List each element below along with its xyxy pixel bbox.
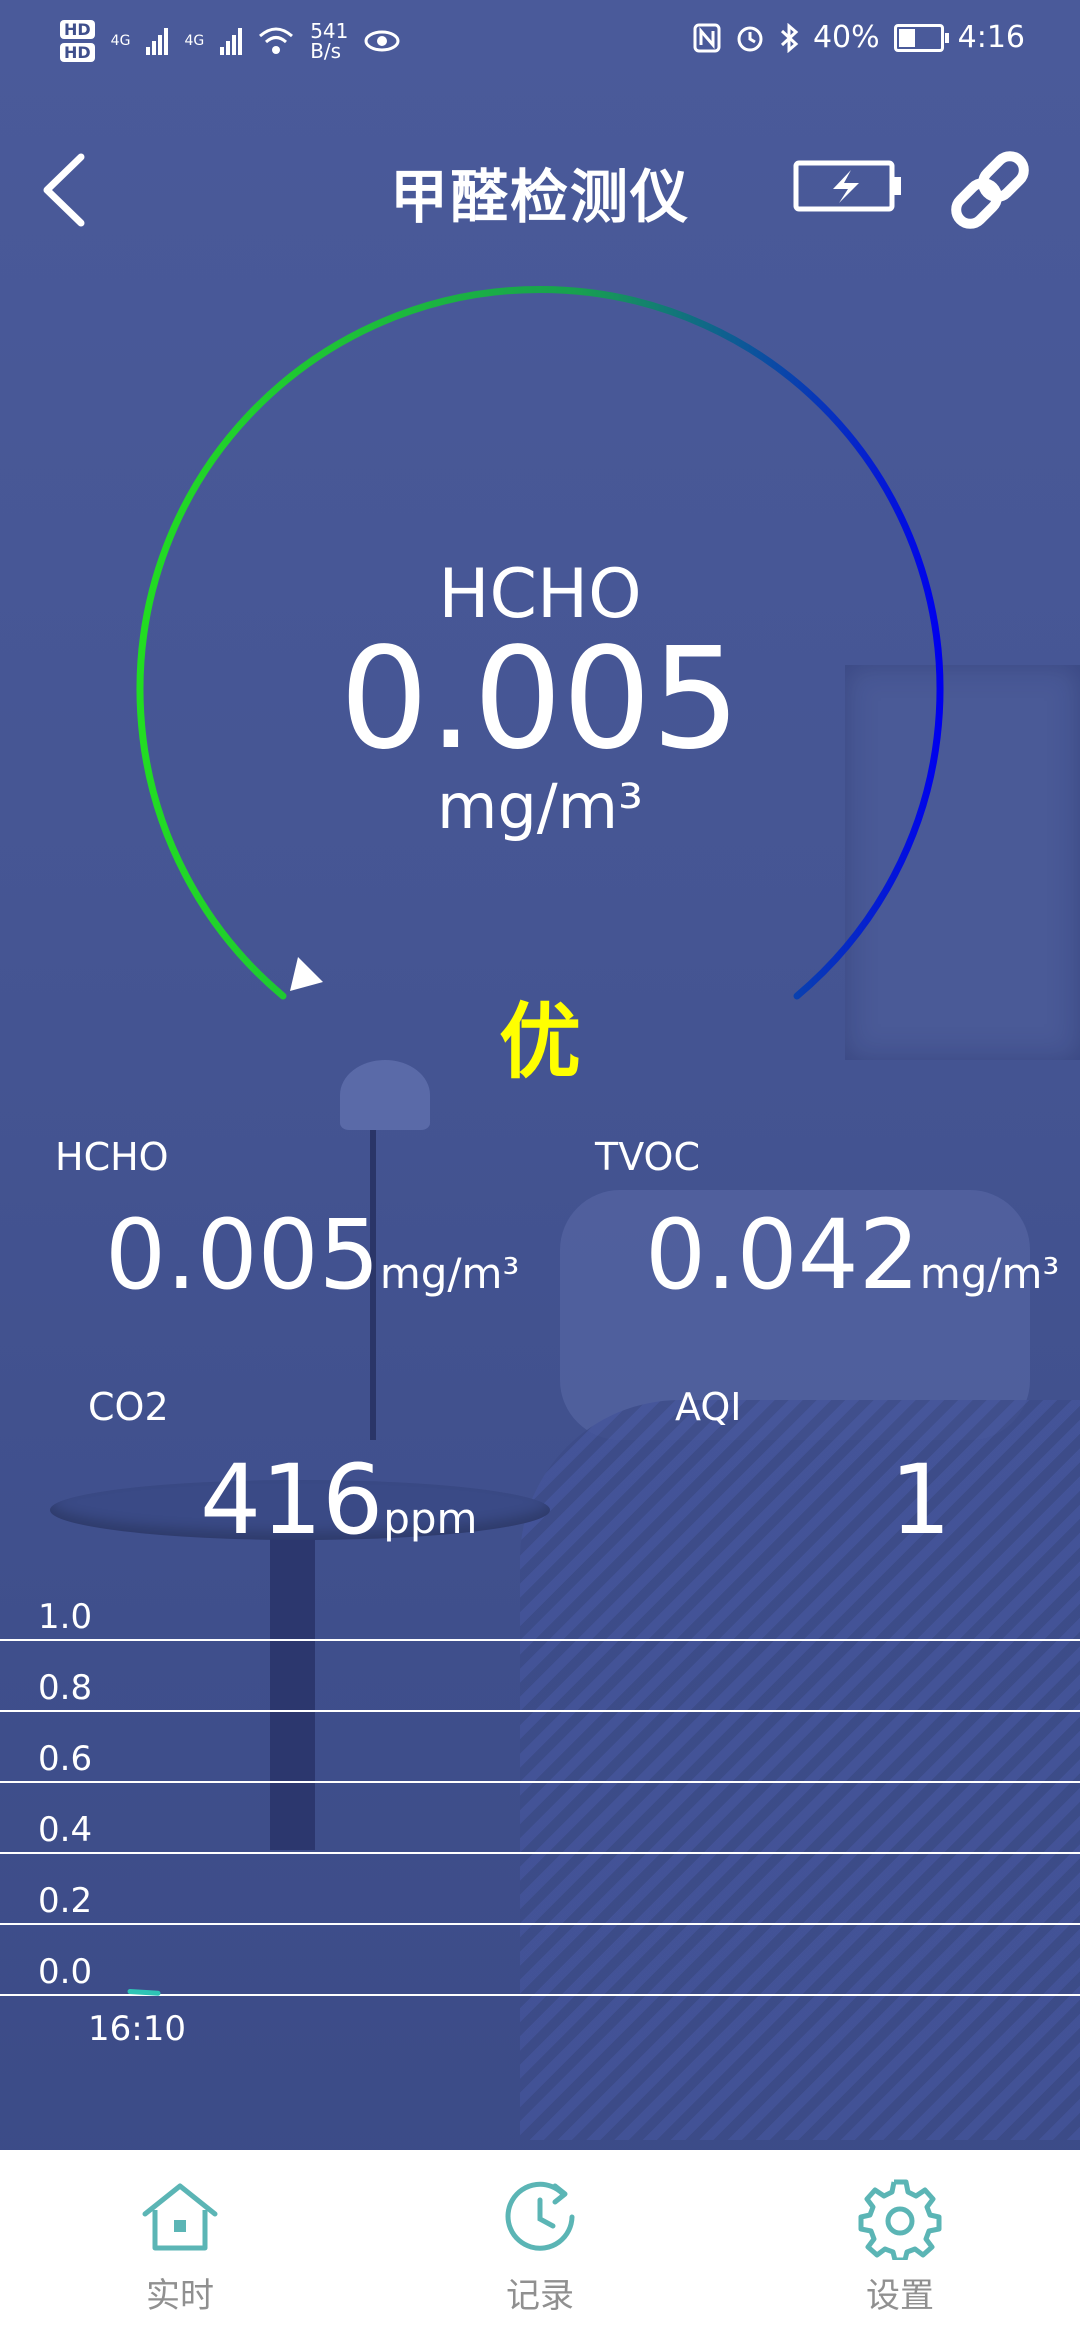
tvoc-reading-value: 0.042 xyxy=(645,1199,920,1311)
page-title: 甲醛检测仪 xyxy=(389,163,690,231)
tvoc-reading-label: TVOC xyxy=(595,1135,700,1179)
co2-reading-value: 416 xyxy=(200,1444,384,1556)
bluetooth-icon xyxy=(780,22,799,53)
tvoc-reading: 0.042mg/m³ xyxy=(645,1205,1059,1324)
chart-y-tick-label: 0.8 xyxy=(38,1668,92,1708)
sim2-label: 4G xyxy=(184,33,205,49)
battery-icon xyxy=(893,23,949,52)
hcho-reading-label: HCHO xyxy=(55,1135,169,1179)
wifi-icon xyxy=(259,27,294,54)
status-bar: HD HD 4G 4G 541 B/s 40% 4:16 xyxy=(0,0,1080,80)
chart-y-tick-label: 1.0 xyxy=(38,1597,92,1637)
chart-y-tick-label: 0.0 xyxy=(38,1952,92,1992)
sim1-label: 4G xyxy=(110,33,131,49)
nav-realtime-label: 实时 xyxy=(146,2275,214,2316)
history-icon xyxy=(505,2181,575,2251)
signal2-icon xyxy=(220,27,243,55)
nfc-icon xyxy=(693,23,721,52)
home-icon xyxy=(142,2183,218,2250)
chart-y-tick-label: 0.6 xyxy=(38,1739,92,1779)
chart-series-line xyxy=(127,1988,161,1996)
clock-time: 4:16 xyxy=(957,20,1025,55)
hcho-reading-unit: mg/m³ xyxy=(379,1249,520,1298)
co2-reading: 416ppm xyxy=(200,1450,477,1569)
hcho-reading: 0.005mg/m³ xyxy=(105,1205,519,1324)
device-battery-icon[interactable] xyxy=(793,160,903,212)
eye-icon xyxy=(364,30,400,52)
net-speed-value: 541 xyxy=(310,19,349,43)
aqi-reading-label: AQI xyxy=(675,1385,742,1429)
alarm-icon xyxy=(737,26,763,51)
chart-x-tick-label: 16:10 xyxy=(88,2009,186,2049)
net-speed-unit: B/s xyxy=(310,39,342,63)
hcho-history-chart: 1.0 0.8 0.6 0.4 0.2 0.0 16:10 xyxy=(0,1597,1080,2049)
battery-percent: 40% xyxy=(812,20,880,55)
tvoc-reading-unit: mg/m³ xyxy=(919,1249,1060,1298)
link-icon[interactable] xyxy=(940,140,1040,240)
nav-settings-label: 设置 xyxy=(866,2275,934,2316)
bottom-nav: 实时 记录 设置 xyxy=(0,2150,1080,2340)
co2-reading-label: CO2 xyxy=(88,1385,169,1429)
gauge-unit: mg/m³ xyxy=(437,770,643,843)
hd2-badge: HD xyxy=(60,43,95,62)
nav-records-label: 记录 xyxy=(506,2275,574,2316)
chart-y-tick-label: 0.4 xyxy=(38,1810,92,1850)
signal1-icon xyxy=(146,27,169,55)
aqi-reading-value: 1 xyxy=(890,1444,952,1556)
gauge-value: 0.005 xyxy=(339,618,741,781)
hd1-badge: HD xyxy=(60,20,95,39)
settings-icon xyxy=(858,2179,942,2260)
hcho-reading-value: 0.005 xyxy=(105,1199,380,1311)
nav-settings[interactable]: 设置 xyxy=(720,2150,1080,2340)
air-quality-grade: 优 xyxy=(498,995,581,1090)
chart-y-tick-label: 0.2 xyxy=(38,1881,92,1921)
nav-realtime[interactable]: 实时 xyxy=(0,2150,360,2340)
co2-reading-unit: ppm xyxy=(383,1494,478,1543)
nav-records[interactable]: 记录 xyxy=(360,2150,720,2340)
